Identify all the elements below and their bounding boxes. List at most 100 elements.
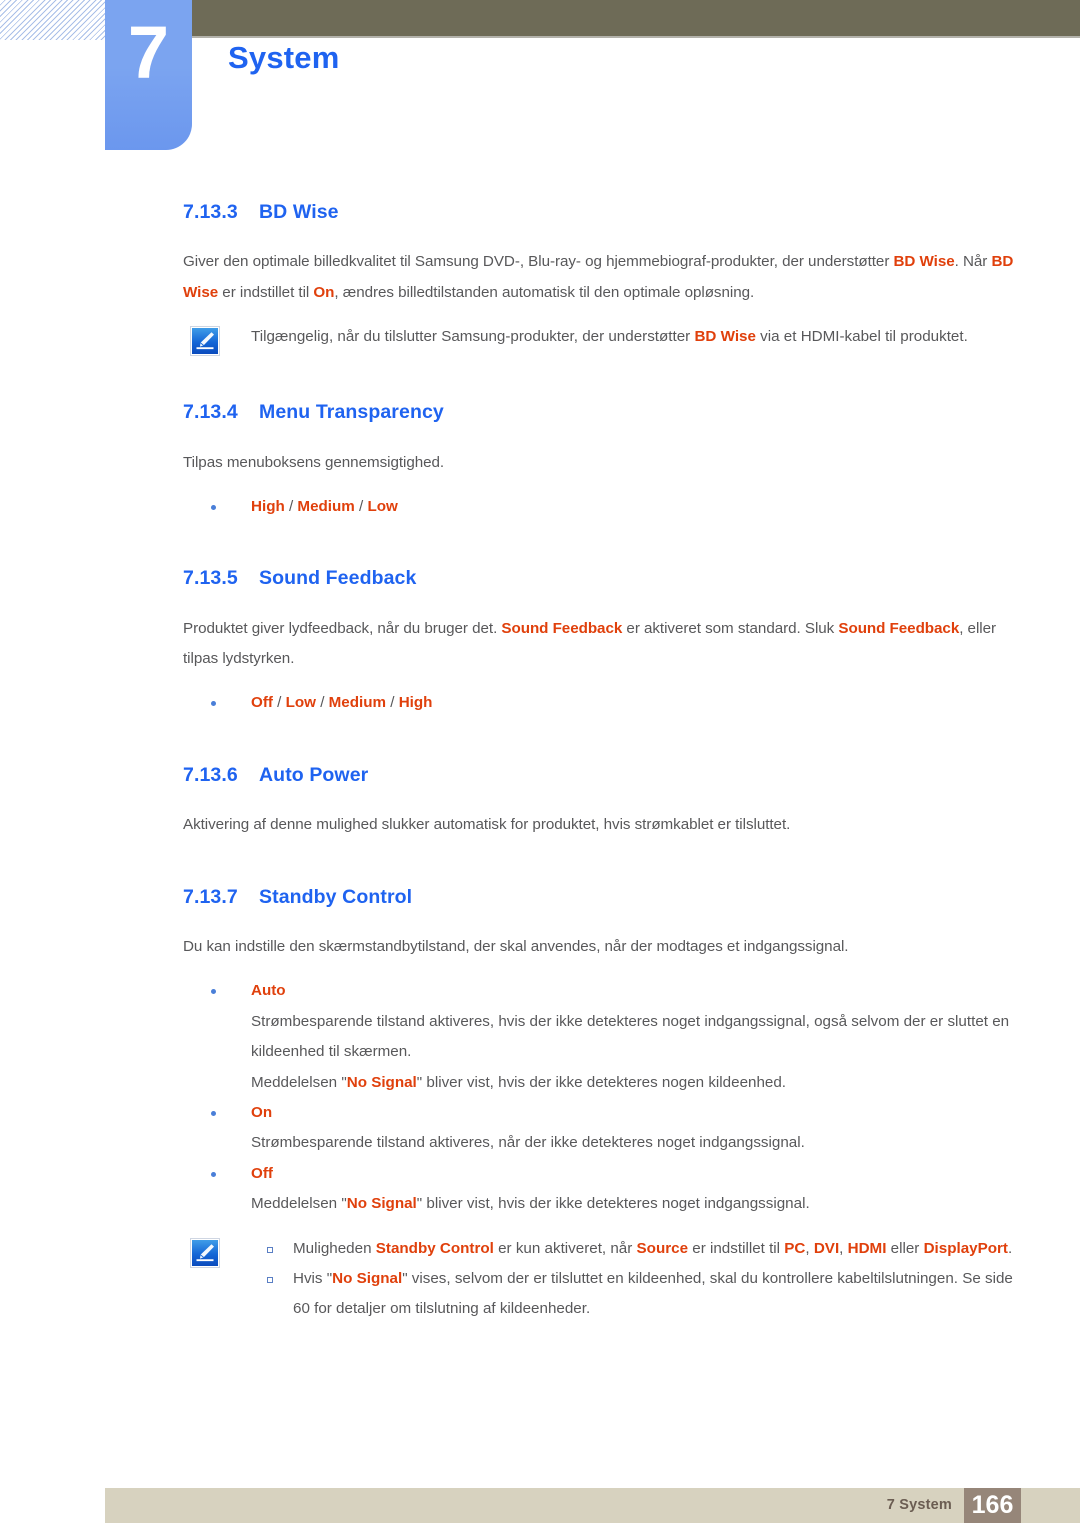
list-item: High / Medium / Low bbox=[183, 492, 1021, 522]
highlighted-term: High bbox=[251, 497, 285, 515]
list-item: Auto bbox=[183, 976, 1021, 1006]
note-sub-bullet-list: Muligheden Standby Control er kun aktive… bbox=[251, 1234, 1021, 1325]
section-heading-bd-wise: 7.13.3 BD Wise bbox=[183, 200, 1021, 225]
bullet-square-icon bbox=[267, 1277, 273, 1284]
section-number: 7.13.4 bbox=[183, 401, 238, 424]
highlighted-term: HDMI bbox=[847, 1239, 887, 1257]
option-description: Meddelelsen "No Signal" bliver vist, hvi… bbox=[183, 1068, 1021, 1098]
text-run: " bliver vist, hvis der ikke detekteres … bbox=[416, 1073, 787, 1091]
option-description: Strømbesparende tilstand aktiveres, når … bbox=[183, 1128, 1021, 1158]
text-run: / bbox=[354, 497, 368, 515]
list-item: On bbox=[183, 1098, 1021, 1128]
option-description: Strømbesparende tilstand aktiveres, hvis… bbox=[183, 1007, 1021, 1068]
text-run: / bbox=[315, 694, 329, 712]
highlighted-term: Sound Feedback bbox=[501, 619, 623, 637]
options-list-standby-control: Auto Strømbesparende tilstand aktiveres, … bbox=[183, 976, 1021, 1219]
paragraph-sound-feedback: Produktet giver lydfeedback, når du brug… bbox=[183, 614, 1021, 675]
text-run: / bbox=[386, 694, 399, 712]
note-text-bd-wise: Tilgængelig, når du tilslutter Samsung-p… bbox=[251, 322, 1021, 352]
bullet-dot-icon bbox=[211, 1111, 216, 1116]
section-number: 7.13.6 bbox=[183, 763, 238, 786]
text-run: er kun aktiveret, når bbox=[493, 1239, 637, 1257]
page-content: 7.13.3 BD Wise Giver den optimale billedk… bbox=[183, 200, 1021, 1325]
option-values: High / Medium / Low bbox=[251, 498, 398, 515]
highlighted-term: No Signal bbox=[346, 1195, 417, 1213]
highlighted-term: Off bbox=[251, 694, 273, 712]
section-heading-standby-control: 7.13.7 Standby Control bbox=[183, 885, 1021, 910]
text-run: er aktiveret som standard. Sluk bbox=[622, 619, 839, 637]
highlighted-term: No Signal bbox=[332, 1270, 403, 1288]
option-label: Auto bbox=[251, 982, 286, 1000]
highlighted-term: Medium bbox=[328, 694, 387, 712]
section-heading-menu-transparency: 7.13.4 Menu Transparency bbox=[183, 400, 1021, 425]
text-run: er indstillet til bbox=[688, 1239, 785, 1257]
highlighted-term: Low bbox=[367, 497, 398, 515]
paragraph-auto-power: Aktivering af denne mulighed slukker aut… bbox=[183, 816, 791, 834]
highlighted-term: BD Wise bbox=[893, 253, 955, 271]
text-run: Meddelelsen " bbox=[251, 1073, 347, 1091]
highlighted-term: On bbox=[313, 283, 335, 301]
text-run: / bbox=[284, 497, 298, 515]
option-label: On bbox=[251, 1104, 273, 1121]
text-run: Giver den optimale billedkvalitet til Sa… bbox=[183, 253, 894, 271]
note-pencil-icon bbox=[191, 1238, 219, 1267]
section-number: 7.13.7 bbox=[183, 885, 238, 908]
text-run: , bbox=[805, 1239, 814, 1257]
highlighted-term: PC bbox=[784, 1239, 806, 1257]
text-run: , bbox=[839, 1239, 848, 1257]
section-title: Auto Power bbox=[259, 763, 369, 786]
highlighted-term: Low bbox=[285, 694, 316, 712]
hatch-pattern-decoration bbox=[0, 0, 106, 40]
note-standby-control: Muligheden Standby Control er kun aktive… bbox=[183, 1234, 1021, 1325]
section-title: Menu Transparency bbox=[259, 401, 444, 424]
highlighted-term: Standby Control bbox=[375, 1239, 494, 1257]
option-values: Off / Low / Medium / High bbox=[251, 694, 432, 711]
text-run: Produktet giver lydfeedback, når du brug… bbox=[183, 619, 502, 637]
page-header: 7 System bbox=[0, 0, 1080, 152]
bullet-square-icon bbox=[267, 1246, 273, 1253]
section-heading-sound-feedback: 7.13.5 Sound Feedback bbox=[183, 566, 1021, 591]
note-bd-wise: Tilgængelig, når du tilslutter Samsung-p… bbox=[183, 322, 1021, 356]
option-label: Off bbox=[251, 1164, 273, 1182]
text-run: via et HDMI-kabel til produktet. bbox=[755, 328, 968, 346]
note-sub-text: Hvis "No Signal" vises, selvom der er ti… bbox=[293, 1270, 1013, 1317]
note-sub-item: Hvis "No Signal" vises, selvom der er ti… bbox=[251, 1264, 1021, 1325]
highlighted-term: High bbox=[398, 694, 433, 712]
option-description: Meddelelsen "No Signal" bliver vist, hvi… bbox=[183, 1189, 1021, 1219]
page-footer: 7 System 166 bbox=[105, 1488, 1080, 1523]
list-item: Off bbox=[183, 1159, 1021, 1189]
text-run: Strømbesparende tilstand aktiveres, når … bbox=[251, 1134, 805, 1152]
text-run: Meddelelsen " bbox=[251, 1195, 347, 1213]
text-run: eller bbox=[886, 1239, 924, 1257]
bullet-dot-icon bbox=[211, 701, 216, 707]
highlighted-term: Sound Feedback bbox=[838, 619, 960, 637]
text-run: . bbox=[1007, 1239, 1013, 1257]
text-run: Strømbesparende tilstand aktiveres, hvis… bbox=[251, 1012, 1010, 1061]
header-olive-bar bbox=[192, 0, 1080, 36]
text-run: . Når bbox=[954, 253, 992, 271]
section-number: 7.13.5 bbox=[183, 567, 238, 590]
list-item: Off / Low / Medium / High bbox=[183, 688, 1021, 718]
bullet-dot-icon bbox=[211, 989, 216, 995]
options-list-menu-transparency: High / Medium / Low bbox=[183, 492, 1021, 522]
section-title: BD Wise bbox=[259, 201, 339, 223]
highlighted-term: DVI bbox=[813, 1239, 840, 1257]
highlighted-term: Medium bbox=[297, 497, 355, 515]
note-sub-item: Muligheden Standby Control er kun aktive… bbox=[251, 1234, 1021, 1264]
section-number: 7.13.3 bbox=[183, 201, 238, 223]
text-run: er indstillet til bbox=[218, 283, 314, 301]
text-run: Hvis " bbox=[293, 1270, 333, 1288]
bullet-dot-icon bbox=[211, 504, 216, 510]
highlighted-term: No Signal bbox=[346, 1073, 417, 1091]
page-number: 166 bbox=[971, 1491, 1014, 1519]
text-run: " bliver vist, hvis der ikke detekteres … bbox=[416, 1195, 810, 1213]
highlighted-term: Source bbox=[636, 1239, 689, 1257]
paragraph-standby-control: Du kan indstille den skærmstandbytilstan… bbox=[183, 937, 849, 955]
paragraph-menu-transparency: Tilpas menuboksens gennemsigtighed. bbox=[183, 453, 445, 471]
highlighted-term: BD Wise bbox=[694, 328, 756, 346]
chapter-tab: 7 bbox=[105, 0, 192, 150]
text-run: , ændres billedtilstanden automatisk til… bbox=[334, 283, 755, 301]
section-heading-auto-power: 7.13.6 Auto Power bbox=[183, 763, 1021, 788]
chapter-number: 7 bbox=[127, 11, 170, 94]
note-sub-text: Muligheden Standby Control er kun aktive… bbox=[293, 1240, 1012, 1257]
